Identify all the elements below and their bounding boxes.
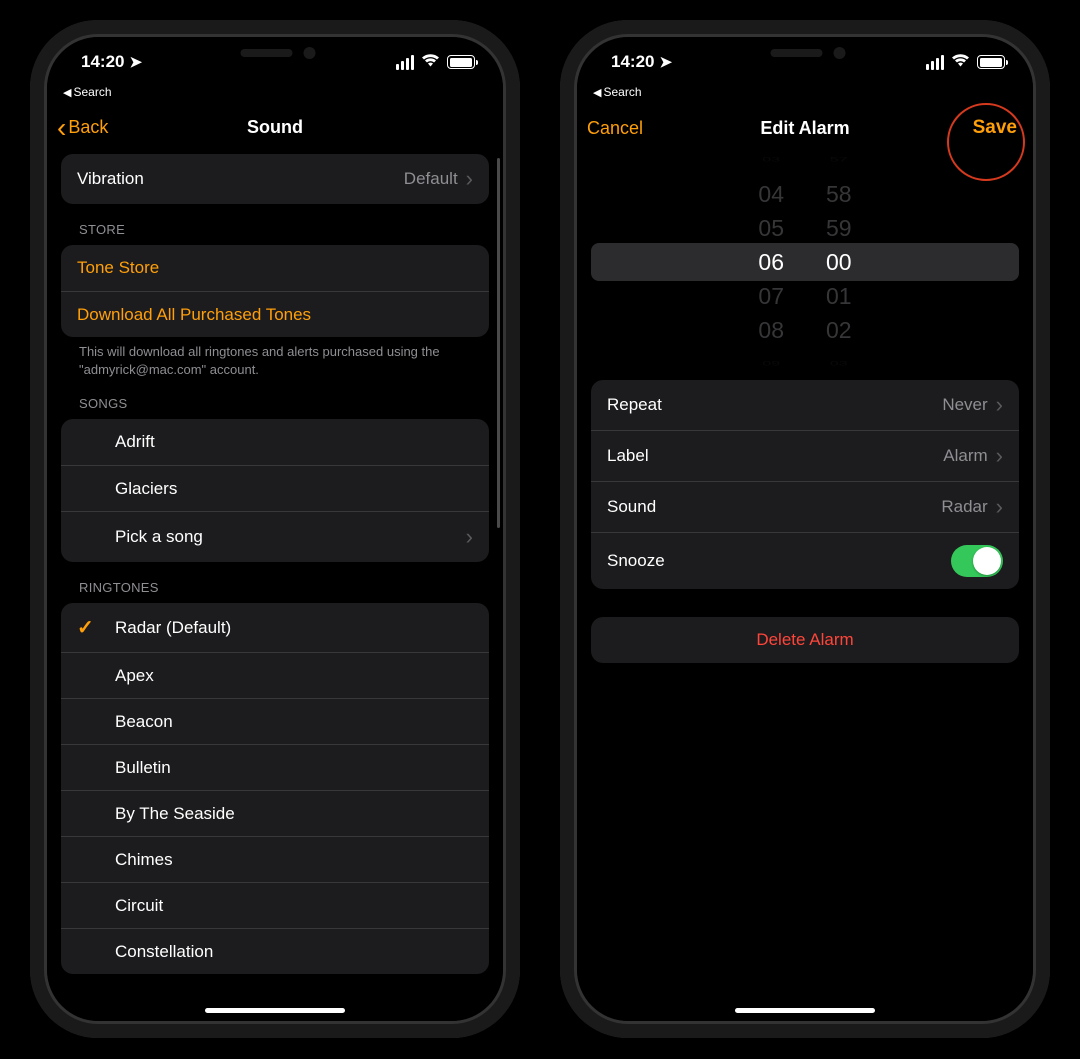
song-item[interactable]: Adrift [61, 419, 489, 465]
time-picker[interactable]: 03 04 05 06 07 08 09 57 58 59 00 01 [591, 159, 1019, 364]
ringtone-item[interactable]: Beacon [61, 698, 489, 744]
nav-bar: Cancel Edit Alarm Save [577, 99, 1033, 151]
edit-alarm-content: 03 04 05 06 07 08 09 57 58 59 00 01 [577, 151, 1033, 1021]
highlight-circle [947, 103, 1025, 181]
download-tones-link[interactable]: Download All Purchased Tones [61, 291, 489, 337]
phone-edit-alarm-screen: 14:20 ➤ ◀ Search Cancel Edit Alarm Save [560, 20, 1050, 1038]
notch [723, 37, 888, 69]
repeat-row[interactable]: Repeat Never › [591, 380, 1019, 430]
phone-sound-screen: 14:20 ➤ ◀ Search ‹ Back Sound [30, 20, 520, 1038]
delete-alarm-button[interactable]: Delete Alarm [591, 617, 1019, 663]
status-time: 14:20 [611, 52, 654, 72]
vibration-group: Vibration Default › [61, 154, 489, 204]
pick-song-row[interactable]: Pick a song › [61, 511, 489, 562]
chevron-right-icon: › [466, 524, 473, 550]
battery-icon [977, 55, 1005, 69]
cellular-icon [396, 55, 415, 70]
snooze-toggle[interactable] [951, 545, 1003, 577]
ringtone-item[interactable]: ✓ Radar (Default) [61, 603, 489, 652]
label-row[interactable]: Label Alarm › [591, 430, 1019, 481]
song-item[interactable]: Glaciers [61, 465, 489, 511]
chevron-right-icon: › [996, 392, 1003, 418]
cellular-icon [926, 55, 945, 70]
chevron-right-icon: › [996, 494, 1003, 520]
save-button[interactable]: Save [973, 117, 1017, 139]
ringtones-header: RINGTONES [61, 562, 489, 603]
battery-icon [447, 55, 475, 69]
ringtones-group: ✓ Radar (Default) Apex Beacon Bulletin B… [61, 603, 489, 974]
chevron-right-icon: › [466, 166, 473, 192]
scrollbar[interactable] [497, 158, 500, 528]
tone-store-link[interactable]: Tone Store [61, 245, 489, 291]
location-icon: ➤ [129, 53, 142, 71]
breadcrumb[interactable]: ◀ Search [47, 85, 503, 99]
store-header: STORE [61, 204, 489, 245]
back-button[interactable]: ‹ Back [57, 117, 108, 138]
sound-content[interactable]: Vibration Default › STORE Tone Store Dow… [47, 150, 503, 1021]
nav-bar: ‹ Back Sound [47, 99, 503, 150]
wifi-icon [951, 52, 970, 72]
notch [193, 37, 358, 69]
ringtone-item[interactable]: Circuit [61, 882, 489, 928]
minute-column[interactable]: 57 58 59 00 01 02 03 [826, 151, 852, 381]
ringtone-item[interactable]: Apex [61, 652, 489, 698]
ringtone-item[interactable]: Bulletin [61, 744, 489, 790]
ringtone-item[interactable]: By The Seaside [61, 790, 489, 836]
ringtone-item[interactable]: Chimes [61, 836, 489, 882]
wifi-icon [421, 52, 440, 72]
status-time: 14:20 [81, 52, 124, 72]
chevron-right-icon: › [996, 443, 1003, 469]
page-title: Sound [47, 117, 503, 138]
ringtone-item[interactable]: Constellation [61, 928, 489, 974]
location-icon: ➤ [659, 53, 672, 71]
songs-header: SONGS [61, 378, 489, 419]
sound-row[interactable]: Sound Radar › [591, 481, 1019, 532]
chevron-left-icon: ◀ [593, 86, 601, 99]
home-indicator[interactable] [205, 1008, 345, 1013]
checkmark-icon: ✓ [77, 615, 115, 640]
breadcrumb[interactable]: ◀ Search [577, 85, 1033, 99]
cancel-button[interactable]: Cancel [587, 118, 643, 139]
hour-column[interactable]: 03 04 05 06 07 08 09 [758, 151, 784, 381]
songs-group: Adrift Glaciers Pick a song › [61, 419, 489, 562]
chevron-left-icon: ◀ [63, 86, 71, 99]
store-group: Tone Store Download All Purchased Tones [61, 245, 489, 337]
vibration-row[interactable]: Vibration Default › [61, 154, 489, 204]
home-indicator[interactable] [735, 1008, 875, 1013]
store-footer: This will download all ringtones and ale… [61, 337, 489, 378]
alarm-options-group: Repeat Never › Label Alarm › Sound Radar… [591, 380, 1019, 589]
chevron-left-icon: ‹ [57, 121, 66, 135]
snooze-row: Snooze [591, 532, 1019, 589]
